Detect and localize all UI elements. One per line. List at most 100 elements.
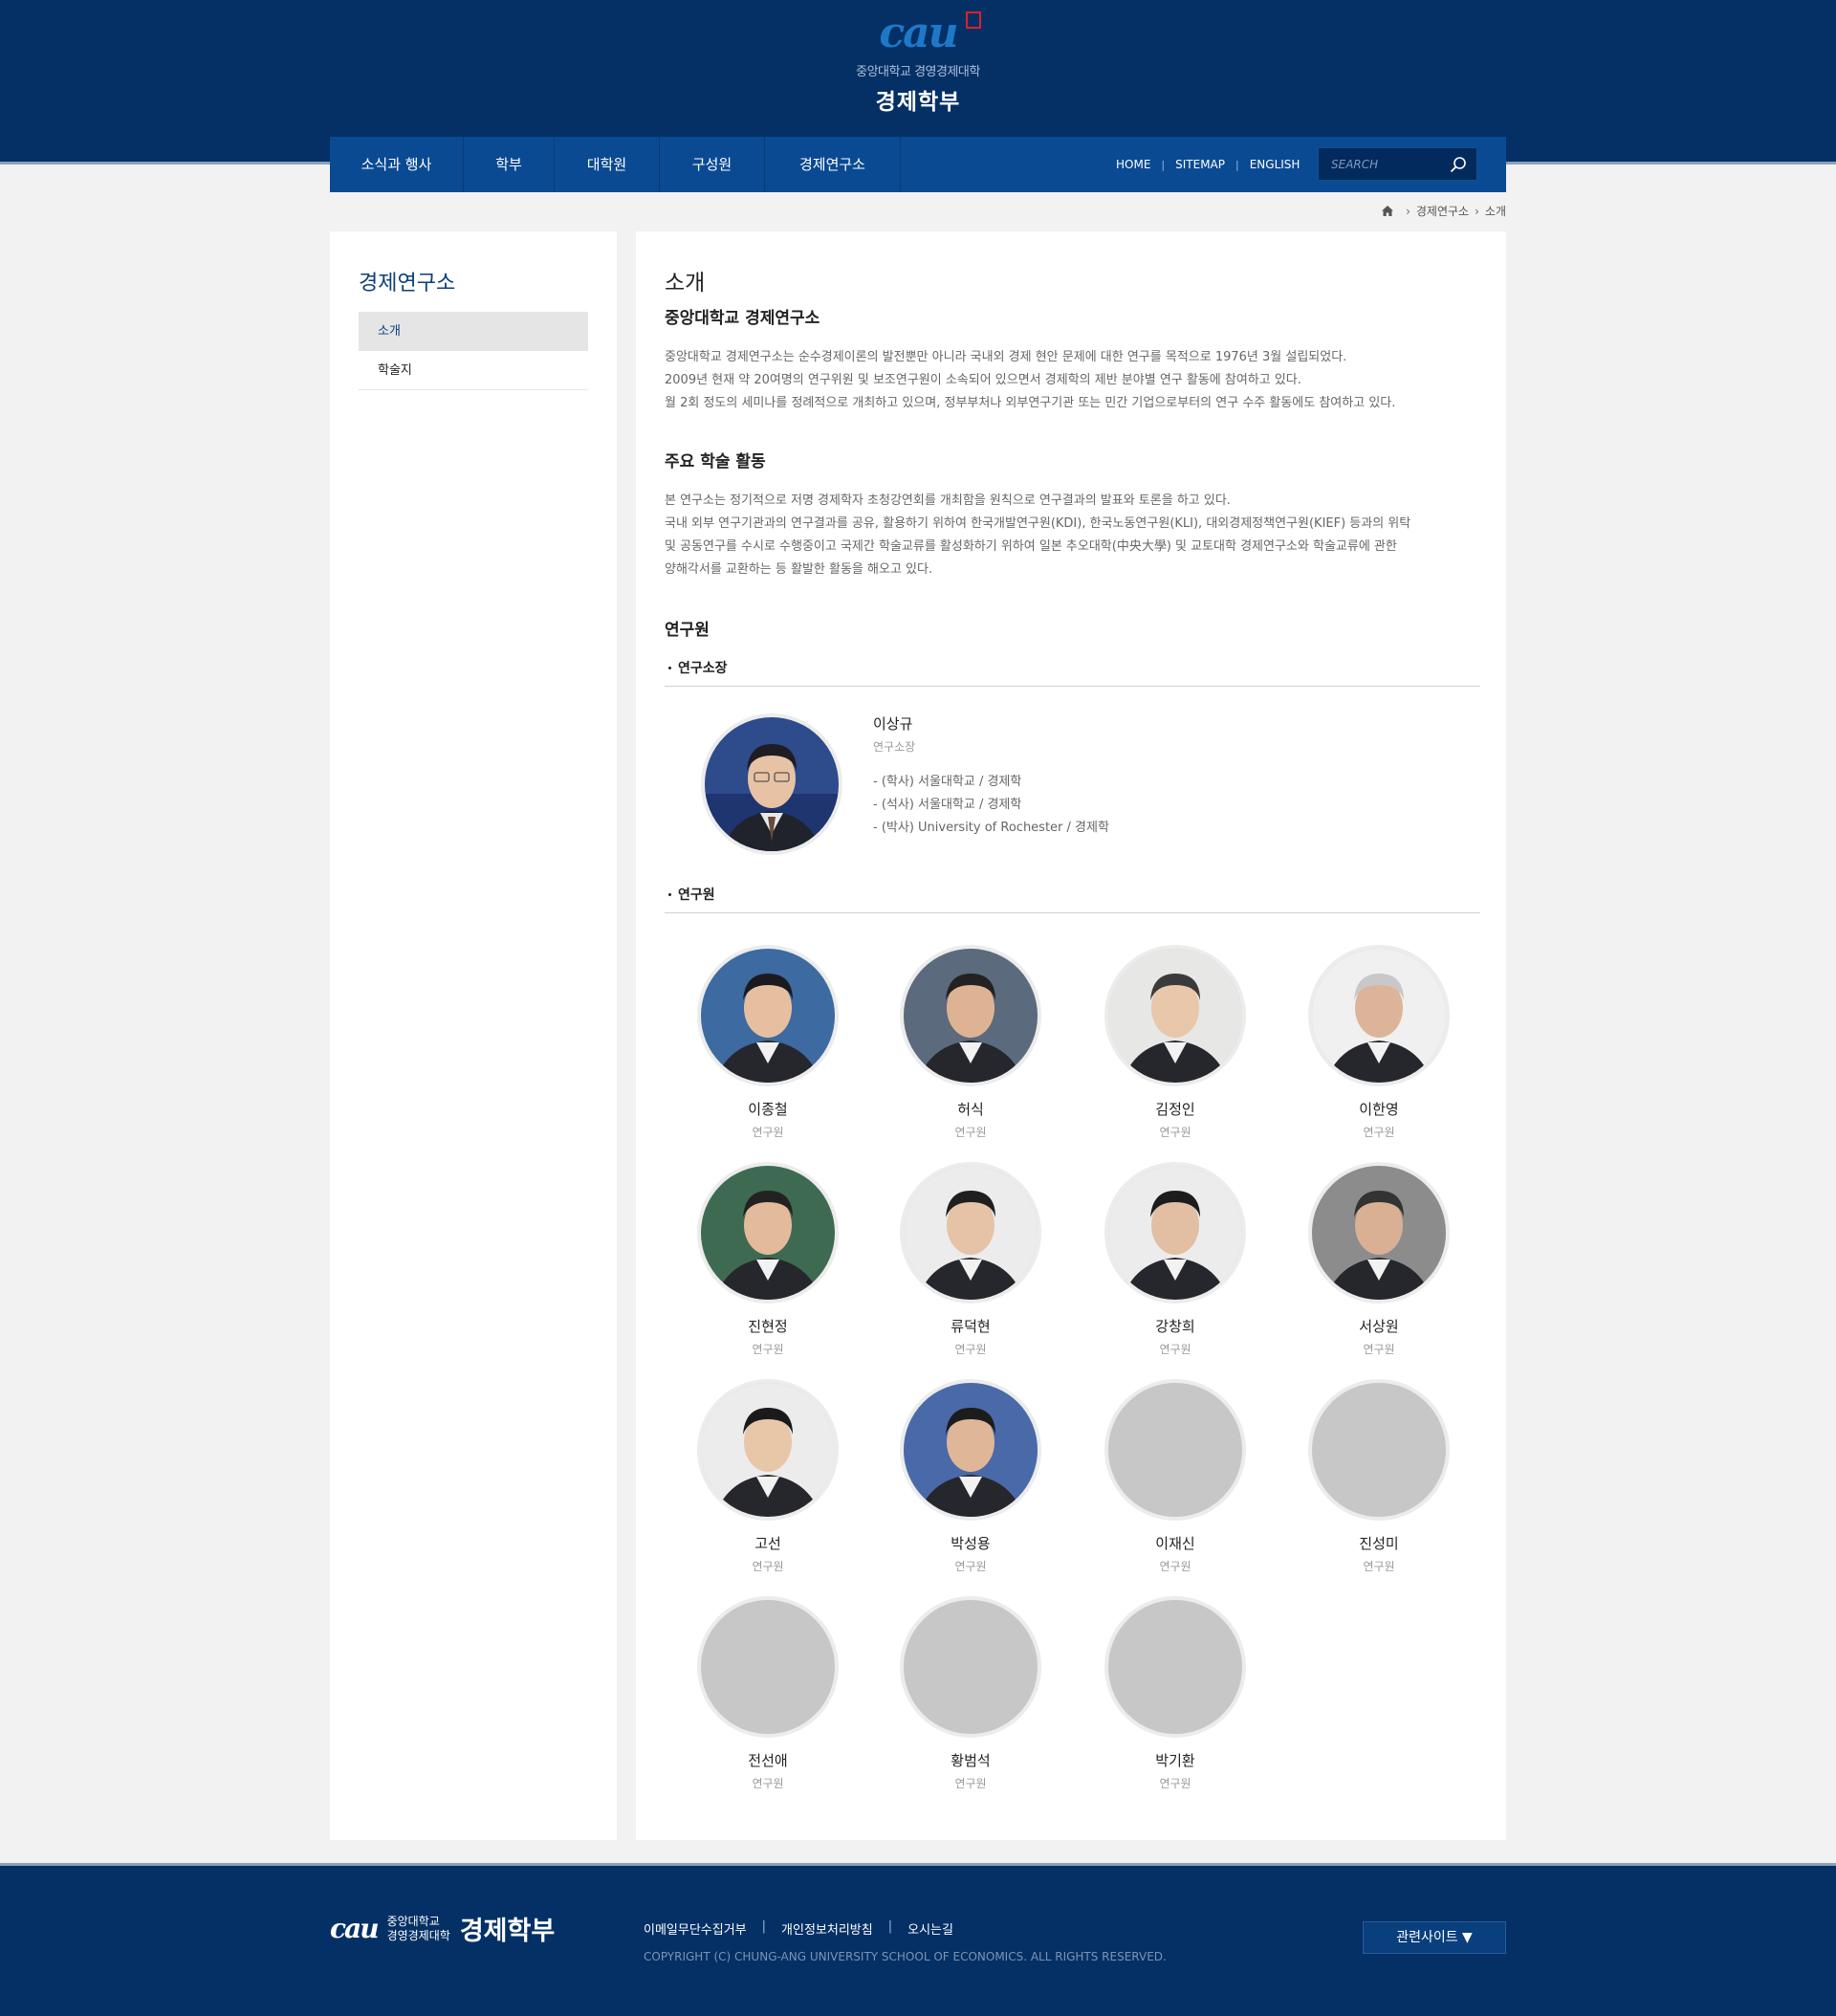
member-photo <box>1104 945 1246 1086</box>
sidebar-item-journal[interactable]: 학술지 <box>359 351 588 390</box>
member-photo <box>1104 1596 1246 1738</box>
section-heading-activities: 주요 학술 활동 <box>665 452 766 471</box>
member-role: 연구원 <box>1363 1560 1395 1573</box>
person-avatar-icon <box>904 1383 1038 1517</box>
university-name: 중앙대학교 경영경제대학 <box>856 65 980 79</box>
cau-logo-mark: cau <box>842 8 994 59</box>
intro-text: 중앙대학교 경제연구소는 순수경제이론의 발전뿐만 아니라 국내외 경제 현안 … <box>665 346 1480 415</box>
no-email-collection-link[interactable]: 이메일무단수집거부 <box>644 1919 747 1938</box>
member-role: 연구원 <box>954 1777 987 1790</box>
activities-line: 양해각서를 교환하는 등 활발한 활동을 해오고 있다. <box>665 562 933 577</box>
intro-line: 2009년 현재 약 20여명의 연구위원 및 보조연구원이 소속되어 있으면서… <box>665 373 1301 387</box>
member-name: 이재신 <box>1155 1535 1195 1552</box>
activities-line: 국내 외부 연구기관과의 연구결과를 공유, 활용하기 위하여 한국개발연구원(… <box>665 516 1411 531</box>
page-title: 소개 <box>665 271 706 296</box>
cau-logo-mark: cau <box>330 1913 380 1944</box>
footer-links: 이메일무단수집거부 | 개인정보처리방침 | 오시는길 <box>644 1919 953 1938</box>
member-name: 전선애 <box>748 1752 788 1769</box>
member-photo <box>697 945 839 1086</box>
member-role: 연구원 <box>752 1777 784 1790</box>
person-avatar-icon <box>701 1383 835 1517</box>
activities-line: 본 연구소는 정기적으로 저명 경제학자 초청강연회를 개최함을 원칙으로 연구… <box>665 493 1231 508</box>
director-name: 이상규 <box>873 715 913 733</box>
intro-line: 월 2회 정도의 세미나를 정례적으로 개최하고 있으며, 정부부처나 외부연구… <box>665 396 1396 410</box>
home-link[interactable]: HOME <box>1116 158 1150 171</box>
activities-line: 및 공동연구를 수시로 수행중이고 국제간 학술교류를 활성화하기 위하여 일본… <box>665 539 1397 554</box>
member-name: 박기환 <box>1155 1752 1195 1769</box>
breadcrumb-item[interactable]: 경제연구소 <box>1416 203 1469 219</box>
nav-item-graduate[interactable]: 대학원 <box>555 137 660 192</box>
member-photo <box>697 1596 839 1738</box>
member-name: 서상원 <box>1359 1318 1399 1335</box>
member-name: 고선 <box>754 1535 781 1552</box>
main-menu: 소식과 행사 학부 대학원 구성원 경제연구소 <box>330 137 901 192</box>
search-input[interactable] <box>1319 148 1433 180</box>
director-subheading: 연구소장 <box>665 658 1480 687</box>
separator: | <box>1235 158 1239 171</box>
member-name: 진성미 <box>1359 1535 1399 1552</box>
members-subheading: 연구원 <box>665 885 1480 913</box>
director-education: - (학사) 서울대학교 / 경제학 - (석사) 서울대학교 / 경제학 - … <box>873 771 1109 840</box>
search-box <box>1318 147 1477 181</box>
person-avatar-icon <box>1108 949 1242 1083</box>
footer-university: 중앙대학교 경영경제대학 <box>386 1914 450 1942</box>
member-name: 허식 <box>957 1101 984 1118</box>
director-role: 연구소장 <box>873 740 916 754</box>
sitemap-link[interactable]: SITEMAP <box>1175 158 1225 171</box>
member-photo <box>1104 1162 1246 1304</box>
member-role: 연구원 <box>1159 1126 1191 1139</box>
member-role: 연구원 <box>954 1343 987 1356</box>
intro-line: 중앙대학교 경제연구소는 순수경제이론의 발전뿐만 아니라 국내외 경제 현안 … <box>665 350 1347 364</box>
search-icon[interactable] <box>1450 156 1467 173</box>
member-role: 연구원 <box>1159 1560 1191 1573</box>
member-role: 연구원 <box>954 1126 987 1139</box>
member-role: 연구원 <box>1363 1343 1395 1356</box>
director-photo <box>701 713 842 855</box>
member-photo <box>900 945 1041 1086</box>
member-role: 연구원 <box>752 1126 784 1139</box>
member-photo <box>900 1379 1041 1521</box>
member-name: 박성용 <box>951 1535 991 1552</box>
english-link[interactable]: ENGLISH <box>1250 158 1300 171</box>
education-item: - (학사) 서울대학교 / 경제학 <box>873 775 1022 789</box>
nav-item-institute[interactable]: 경제연구소 <box>765 137 901 192</box>
home-icon[interactable] <box>1382 206 1394 216</box>
site-logo[interactable]: cau 중앙대학교 경영경제대학 경제학부 <box>842 8 994 116</box>
sidebar-title: 경제연구소 <box>359 272 456 296</box>
member-name: 이한영 <box>1359 1101 1399 1118</box>
footer-logo[interactable]: cau 중앙대학교 경영경제대학 경제학부 <box>330 1910 555 1947</box>
person-avatar-icon <box>701 1166 835 1300</box>
sidebar-menu: 소개 학술지 <box>359 312 588 390</box>
person-avatar-icon <box>904 949 1038 1083</box>
person-avatar-icon <box>705 717 839 851</box>
member-name: 황범석 <box>951 1752 991 1769</box>
nav-item-news[interactable]: 소식과 행사 <box>330 137 464 192</box>
nav-item-undergraduate[interactable]: 학부 <box>464 137 555 192</box>
member-name: 김정인 <box>1155 1101 1195 1118</box>
activities-text: 본 연구소는 정기적으로 저명 경제학자 초청강연회를 개최함을 원칙으로 연구… <box>665 490 1480 581</box>
member-photo <box>900 1162 1041 1304</box>
nav-item-members[interactable]: 구성원 <box>660 137 765 192</box>
member-name: 강창희 <box>1155 1318 1195 1335</box>
education-item: - (석사) 서울대학교 / 경제학 <box>873 798 1022 812</box>
member-name: 이종철 <box>748 1101 788 1118</box>
member-photo <box>1308 1162 1450 1304</box>
main-navigation: 소식과 행사 학부 대학원 구성원 경제연구소 HOME | SITEMAP |… <box>330 137 1506 192</box>
sidebar-item-intro[interactable]: 소개 <box>359 312 588 351</box>
section-heading-institute: 중앙대학교 경제연구소 <box>665 309 820 328</box>
separator: | <box>887 1919 893 1934</box>
person-avatar-icon <box>1312 1166 1446 1300</box>
member-photo <box>1308 1379 1450 1521</box>
related-sites-dropdown[interactable]: 관련사이트 ▼ <box>1363 1921 1506 1954</box>
person-avatar-icon <box>904 1166 1038 1300</box>
breadcrumb: › 경제연구소 › 소개 <box>1382 203 1506 219</box>
section-heading-researchers: 연구원 <box>665 621 710 640</box>
sidebar: 경제연구소 소개 학술지 <box>330 231 617 1840</box>
member-role: 연구원 <box>1363 1126 1395 1139</box>
copyright: COPYRIGHT (C) CHUNG-ANG UNIVERSITY SCHOO… <box>644 1950 1167 1963</box>
directions-link[interactable]: 오시는길 <box>907 1919 953 1938</box>
department-name: 경제학부 <box>875 90 961 115</box>
privacy-policy-link[interactable]: 개인정보처리방침 <box>781 1919 873 1938</box>
member-role: 연구원 <box>1159 1343 1191 1356</box>
breadcrumb-current: 소개 <box>1484 205 1506 218</box>
